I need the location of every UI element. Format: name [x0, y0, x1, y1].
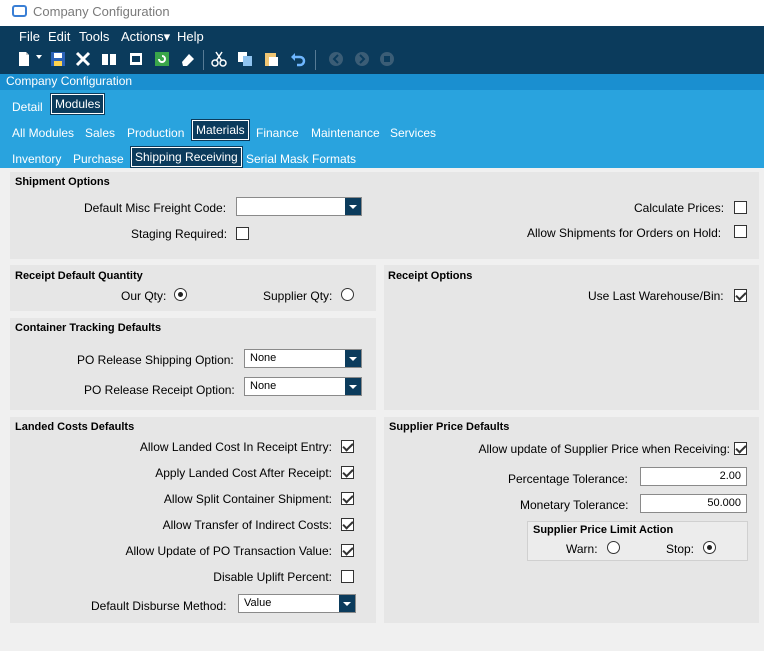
- warn-radio[interactable]: [607, 541, 620, 554]
- chevron-down-icon[interactable]: [339, 595, 355, 612]
- delete-icon[interactable]: [75, 51, 91, 67]
- paste-icon[interactable]: [263, 51, 279, 67]
- monetary-tolerance-label: Monetary Tolerance:: [520, 498, 629, 512]
- menu-bar: [0, 26, 764, 46]
- po-release-receipt-combo[interactable]: None: [244, 377, 362, 396]
- menu-file[interactable]: File: [19, 29, 40, 44]
- warn-label: Warn:: [566, 542, 598, 556]
- tab-sales[interactable]: Sales: [85, 126, 115, 140]
- eraser-icon[interactable]: [180, 51, 196, 67]
- allow-landed-cost-receipt-entry-checkbox[interactable]: [341, 440, 354, 453]
- allow-update-po-transaction-value-label: Allow Update of PO Transaction Value:: [125, 544, 332, 558]
- allow-landed-cost-receipt-entry-label: Allow Landed Cost In Receipt Entry:: [139, 440, 332, 454]
- module-title: Company Configuration: [0, 74, 764, 90]
- calculate-prices-label: Calculate Prices:: [634, 201, 725, 215]
- tab-materials[interactable]: Materials: [191, 119, 250, 141]
- cut-icon[interactable]: [211, 51, 227, 67]
- new-icon[interactable]: [16, 51, 32, 67]
- allow-update-supplier-price-checkbox[interactable]: [734, 442, 747, 455]
- toolbar-separator: [203, 50, 204, 70]
- use-last-warehouse-bin-checkbox[interactable]: [734, 289, 747, 302]
- forward-icon[interactable]: [354, 51, 370, 67]
- apply-landed-cost-after-receipt-checkbox[interactable]: [341, 466, 354, 479]
- tab-maintenance[interactable]: Maintenance: [311, 126, 380, 140]
- supplier-qty-label: Supplier Qty:: [263, 289, 333, 303]
- stop-icon[interactable]: [379, 51, 395, 67]
- apply-landed-cost-after-receipt-label: Apply Landed Cost After Receipt:: [155, 466, 332, 480]
- save-icon[interactable]: [50, 51, 66, 67]
- allow-split-container-shipment-label: Allow Split Container Shipment:: [163, 492, 332, 506]
- tab-modules[interactable]: Modules: [49, 93, 106, 115]
- chevron-down-icon[interactable]: [345, 350, 361, 367]
- disable-uplift-percent-label: Disable Uplift Percent:: [213, 570, 332, 584]
- stop-label: Stop:: [666, 542, 695, 556]
- allow-update-po-transaction-value-checkbox[interactable]: [341, 544, 354, 557]
- staging-required-checkbox[interactable]: [236, 227, 249, 240]
- allow-split-container-shipment-checkbox[interactable]: [341, 492, 354, 505]
- tab-detail[interactable]: Detail: [12, 100, 43, 114]
- chevron-down-icon[interactable]: [345, 198, 361, 215]
- print-icon[interactable]: [128, 51, 144, 67]
- percentage-tolerance-field[interactable]: 2.00: [640, 467, 747, 486]
- receipt-options-title: Receipt Options: [388, 270, 473, 282]
- supplier-price-defaults-title: Supplier Price Defaults: [389, 421, 510, 433]
- disable-uplift-percent-checkbox[interactable]: [341, 570, 354, 583]
- allow-shipments-on-hold-label: Allow Shipments for Orders on Hold:: [527, 226, 722, 240]
- po-release-receipt-label: PO Release Receipt Option:: [84, 383, 235, 397]
- tab-shipping-receiving[interactable]: Shipping Receiving: [130, 146, 243, 168]
- default-misc-freight-code-combo[interactable]: [236, 197, 362, 216]
- menu-edit[interactable]: Edit: [48, 29, 70, 44]
- menu-help[interactable]: Help: [177, 29, 204, 44]
- calculate-prices-checkbox[interactable]: [734, 201, 747, 214]
- percentage-tolerance-label: Percentage Tolerance:: [508, 472, 628, 486]
- allow-transfer-indirect-costs-label: Allow Transfer of Indirect Costs:: [162, 518, 332, 532]
- tab-bar-level1: [0, 90, 764, 118]
- menu-actions[interactable]: Actions▾: [121, 29, 170, 45]
- use-last-warehouse-bin-label: Use Last Warehouse/Bin:: [588, 289, 724, 303]
- default-disburse-method-label: Default Disburse Method:: [91, 599, 227, 613]
- receipt-options-group: [384, 265, 759, 410]
- shipment-options-group: [10, 172, 759, 259]
- refresh-icon[interactable]: [154, 51, 170, 67]
- shipment-options-title: Shipment Options: [15, 176, 110, 188]
- po-release-shipping-label: PO Release Shipping Option:: [77, 353, 234, 367]
- tab-finance[interactable]: Finance: [256, 126, 299, 140]
- receipt-default-quantity-title: Receipt Default Quantity: [15, 270, 143, 282]
- window-title: Company Configuration: [33, 4, 170, 19]
- our-qty-label: Our Qty:: [121, 289, 167, 303]
- tab-serial-mask-formats[interactable]: Serial Mask Formats: [246, 152, 356, 166]
- toolbar-separator: [315, 50, 316, 70]
- open-book-icon[interactable]: [101, 51, 117, 67]
- container-tracking-defaults-title: Container Tracking Defaults: [15, 322, 162, 334]
- menu-tools[interactable]: Tools: [79, 29, 109, 44]
- tab-purchase[interactable]: Purchase: [73, 152, 124, 166]
- copy-icon[interactable]: [237, 51, 253, 67]
- tab-inventory[interactable]: Inventory: [12, 152, 61, 166]
- chevron-down-icon[interactable]: [345, 378, 361, 395]
- supplier-qty-radio[interactable]: [341, 288, 354, 301]
- back-icon[interactable]: [328, 51, 344, 67]
- stop-radio[interactable]: [703, 541, 716, 554]
- allow-shipments-on-hold-checkbox[interactable]: [734, 225, 747, 238]
- supplier-price-limit-action-title: Supplier Price Limit Action: [533, 524, 674, 536]
- app-icon: [12, 5, 27, 17]
- staging-required-label: Staging Required:: [131, 227, 228, 241]
- undo-icon[interactable]: [290, 51, 306, 67]
- default-disburse-method-combo[interactable]: Value: [238, 594, 356, 613]
- allow-update-supplier-price-label: Allow update of Supplier Price when Rece…: [478, 442, 730, 456]
- landed-costs-defaults-title: Landed Costs Defaults: [15, 421, 135, 433]
- po-release-shipping-combo[interactable]: None: [244, 349, 362, 368]
- tab-production[interactable]: Production: [127, 126, 184, 140]
- new-dropdown-icon[interactable]: [36, 55, 42, 59]
- default-misc-freight-code-label: Default Misc Freight Code:: [84, 201, 227, 215]
- tab-services[interactable]: Services: [390, 126, 436, 140]
- monetary-tolerance-field[interactable]: 50.000: [640, 494, 747, 513]
- our-qty-radio[interactable]: [174, 288, 187, 301]
- tab-all-modules[interactable]: All Modules: [12, 126, 74, 140]
- allow-transfer-indirect-costs-checkbox[interactable]: [341, 518, 354, 531]
